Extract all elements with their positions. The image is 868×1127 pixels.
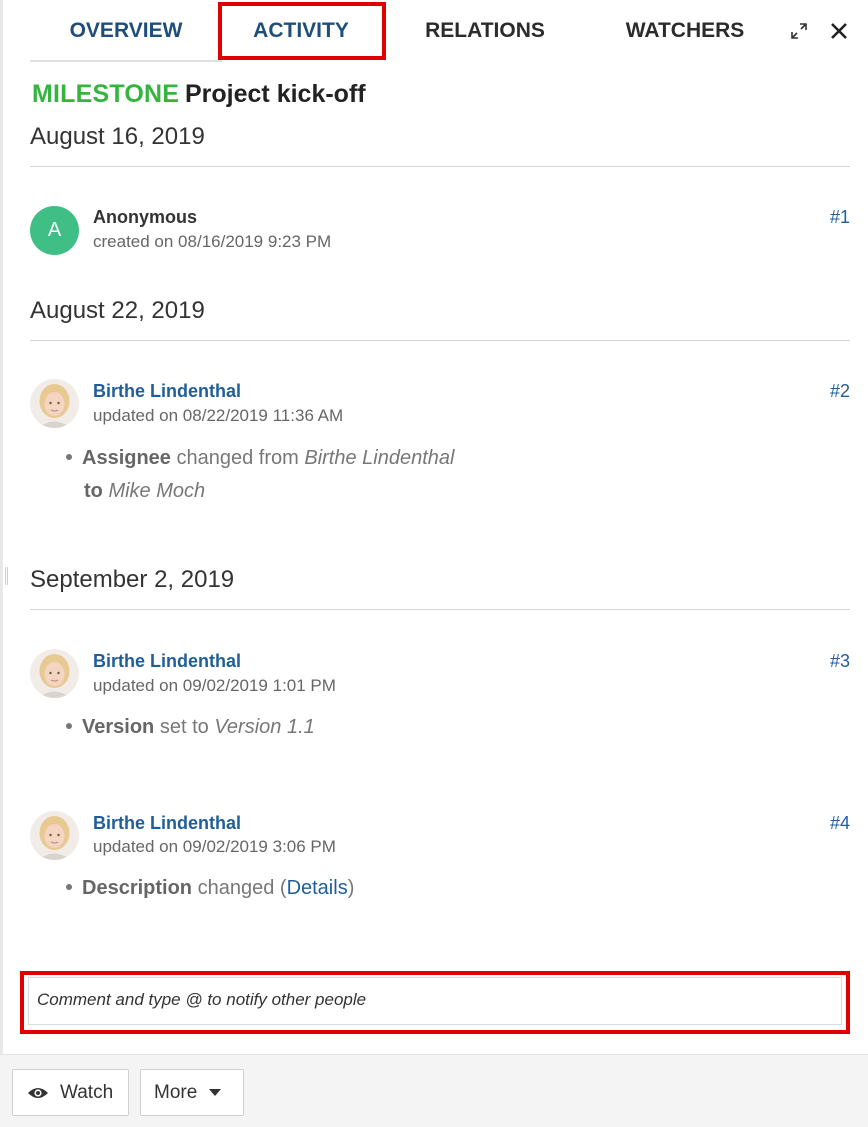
activity-change-item: Assignee changed from Birthe Lindenthal … xyxy=(66,442,454,508)
avatar xyxy=(30,811,79,860)
activity-number-link[interactable]: #3 xyxy=(830,651,850,672)
divider xyxy=(30,166,850,167)
change-text: changed from xyxy=(176,447,299,469)
details-link[interactable]: Details xyxy=(287,877,348,899)
change-text: set to xyxy=(159,716,209,738)
avatar xyxy=(30,379,79,428)
activity-user-link[interactable]: Birthe Lindenthal xyxy=(93,651,241,672)
activity-date-heading: September 2, 2019 xyxy=(30,566,235,593)
activity-timestamp: updated on 09/02/2019 1:01 PM xyxy=(93,676,336,695)
resize-handle[interactable] xyxy=(5,567,8,585)
change-field: Description xyxy=(82,877,193,899)
change-text-close: ) xyxy=(347,877,355,899)
activity-date-heading: August 16, 2019 xyxy=(30,123,205,150)
watch-label: Watch xyxy=(60,1081,114,1103)
activity-timestamp: updated on 09/02/2019 3:06 PM xyxy=(93,837,336,856)
activity-user-link[interactable]: Birthe Lindenthal xyxy=(93,813,241,834)
tab-overview[interactable]: OVERVIEW xyxy=(30,0,222,62)
activity-change-item: Description changed (Details) xyxy=(66,872,354,905)
more-label: More xyxy=(154,1081,198,1103)
change-new-value: Mike Moch xyxy=(108,480,206,502)
activity-timestamp: created on 08/16/2019 9:23 PM xyxy=(93,232,332,251)
tab-watchers[interactable]: WATCHERS xyxy=(602,0,768,62)
caret-down-icon xyxy=(209,1089,222,1096)
divider xyxy=(30,340,850,341)
activity-number-link[interactable]: #1 xyxy=(830,207,850,228)
activity-change-item: Version set to Version 1.1 xyxy=(66,711,315,744)
bullet xyxy=(66,453,72,460)
bullet xyxy=(66,883,72,890)
activity-timestamp: updated on 08/22/2019 11:36 AM xyxy=(93,406,344,425)
tab-underline xyxy=(30,60,222,62)
change-field: Version xyxy=(82,716,155,738)
activity-tab-highlight xyxy=(218,2,386,60)
activity-date-heading: August 22, 2019 xyxy=(30,297,205,324)
activity-user-link[interactable]: Birthe Lindenthal xyxy=(93,381,241,402)
tab-relations[interactable]: RELATIONS xyxy=(402,0,568,62)
change-field: Assignee xyxy=(82,447,171,469)
more-button[interactable]: More xyxy=(140,1069,244,1116)
activity-number-link[interactable]: #2 xyxy=(830,381,850,402)
expand-icon[interactable] xyxy=(784,16,814,46)
change-to-label: to xyxy=(84,480,103,502)
activity-user-name: Anonymous xyxy=(93,207,198,227)
tab-bar: OVERVIEW ACTIVITY RELATIONS WATCHERS xyxy=(30,0,868,62)
work-package-type: MILESTONE xyxy=(32,80,180,108)
divider xyxy=(30,609,850,610)
change-new-value: Version 1.1 xyxy=(214,716,315,738)
panel-left-border xyxy=(0,0,3,1127)
footer-toolbar: Watch More xyxy=(0,1054,868,1127)
comment-input[interactable]: Comment and type @ to notify other peopl… xyxy=(28,977,842,1025)
close-icon[interactable] xyxy=(824,16,854,46)
avatar: A xyxy=(30,206,79,255)
bullet xyxy=(66,722,72,729)
avatar xyxy=(30,649,79,698)
change-text: changed ( xyxy=(197,877,287,899)
watch-button[interactable]: Watch xyxy=(12,1069,129,1116)
activity-number-link[interactable]: #4 xyxy=(830,813,850,834)
work-package-subject: Project kick-off xyxy=(185,80,366,108)
change-old-value: Birthe Lindenthal xyxy=(304,447,455,469)
eye-icon xyxy=(27,1086,49,1100)
